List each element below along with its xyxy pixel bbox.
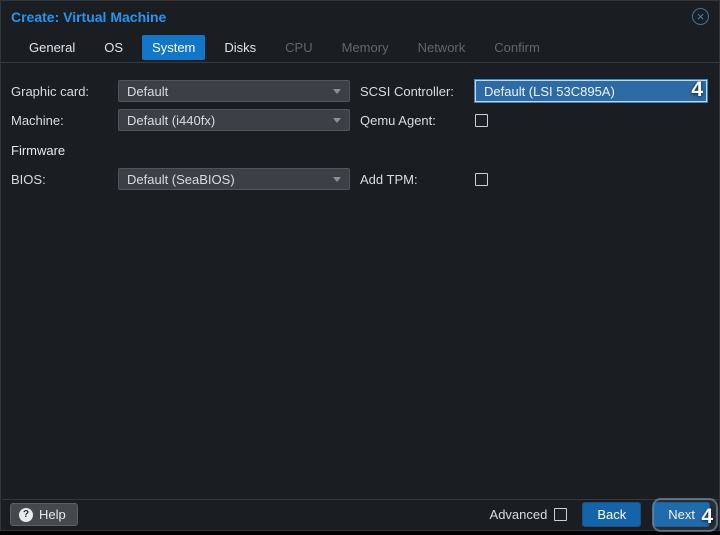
bios-row: BIOS: Default (SeaBIOS) bbox=[11, 168, 360, 190]
machine-value: Default (i440fx) bbox=[127, 113, 215, 128]
bios-value: Default (SeaBIOS) bbox=[127, 172, 235, 187]
graphic-card-select[interactable]: Default bbox=[118, 80, 350, 102]
chevron-down-icon bbox=[333, 177, 341, 182]
graphic-card-row: Graphic card: Default bbox=[11, 80, 360, 102]
scsi-controller-row: SCSI Controller: Default (LSI 53C895A) 4 bbox=[360, 80, 709, 102]
chevron-down-icon bbox=[333, 89, 341, 94]
system-form: Graphic card: Default Machine: Default (… bbox=[1, 63, 719, 530]
graphic-card-value: Default bbox=[127, 84, 168, 99]
tab-os[interactable]: OS bbox=[94, 35, 133, 60]
graphic-card-label: Graphic card: bbox=[11, 84, 118, 99]
machine-row: Machine: Default (i440fx) bbox=[11, 109, 360, 131]
page-title: Create: Virtual Machine bbox=[11, 9, 166, 25]
bios-select[interactable]: Default (SeaBIOS) bbox=[118, 168, 350, 190]
add-tpm-row: Add TPM: bbox=[360, 168, 709, 190]
form-right-column: SCSI Controller: Default (LSI 53C895A) 4… bbox=[360, 80, 709, 530]
machine-select[interactable]: Default (i440fx) bbox=[118, 109, 350, 131]
qemu-agent-row: Qemu Agent: bbox=[360, 109, 709, 131]
help-button[interactable]: ? Help bbox=[10, 503, 78, 526]
close-icon[interactable]: × bbox=[692, 8, 709, 25]
firmware-section-heading: Firmware bbox=[11, 143, 360, 159]
help-button-label: Help bbox=[39, 507, 66, 522]
add-tpm-label: Add TPM: bbox=[360, 172, 475, 187]
next-button[interactable]: Next bbox=[653, 502, 710, 527]
title-bar: Create: Virtual Machine × bbox=[1, 1, 719, 32]
scsi-controller-label: SCSI Controller: bbox=[360, 84, 475, 99]
advanced-label: Advanced bbox=[490, 507, 548, 522]
machine-label: Machine: bbox=[11, 113, 118, 128]
step-badge-scsi: 4 bbox=[691, 78, 703, 102]
qemu-agent-label: Qemu Agent: bbox=[360, 113, 475, 128]
tab-network: Network bbox=[408, 35, 476, 60]
tab-cpu: CPU bbox=[275, 35, 322, 60]
tab-general[interactable]: General bbox=[19, 35, 85, 60]
add-tpm-checkbox[interactable] bbox=[475, 173, 488, 186]
tab-confirm: Confirm bbox=[484, 35, 550, 60]
tab-disks[interactable]: Disks bbox=[214, 35, 266, 60]
tab-memory: Memory bbox=[332, 35, 399, 60]
chevron-down-icon bbox=[333, 118, 341, 123]
tab-system[interactable]: System bbox=[142, 35, 205, 60]
footer-actions: Advanced Back Next bbox=[490, 502, 710, 527]
bios-label: BIOS: bbox=[11, 172, 118, 187]
qemu-agent-checkbox[interactable] bbox=[475, 114, 488, 127]
footer-bar: ? Help Advanced Back Next bbox=[2, 499, 718, 529]
advanced-checkbox[interactable] bbox=[554, 508, 567, 521]
tab-bar: General OS System Disks CPU Memory Netwo… bbox=[1, 32, 719, 62]
create-vm-dialog: Create: Virtual Machine × General OS Sys… bbox=[0, 0, 720, 531]
help-icon: ? bbox=[19, 508, 33, 522]
scsi-controller-value: Default (LSI 53C895A) bbox=[484, 84, 615, 99]
form-left-column: Graphic card: Default Machine: Default (… bbox=[11, 80, 360, 530]
scsi-controller-combo[interactable]: Default (LSI 53C895A) 4 bbox=[475, 80, 707, 102]
back-button[interactable]: Back bbox=[582, 502, 641, 527]
